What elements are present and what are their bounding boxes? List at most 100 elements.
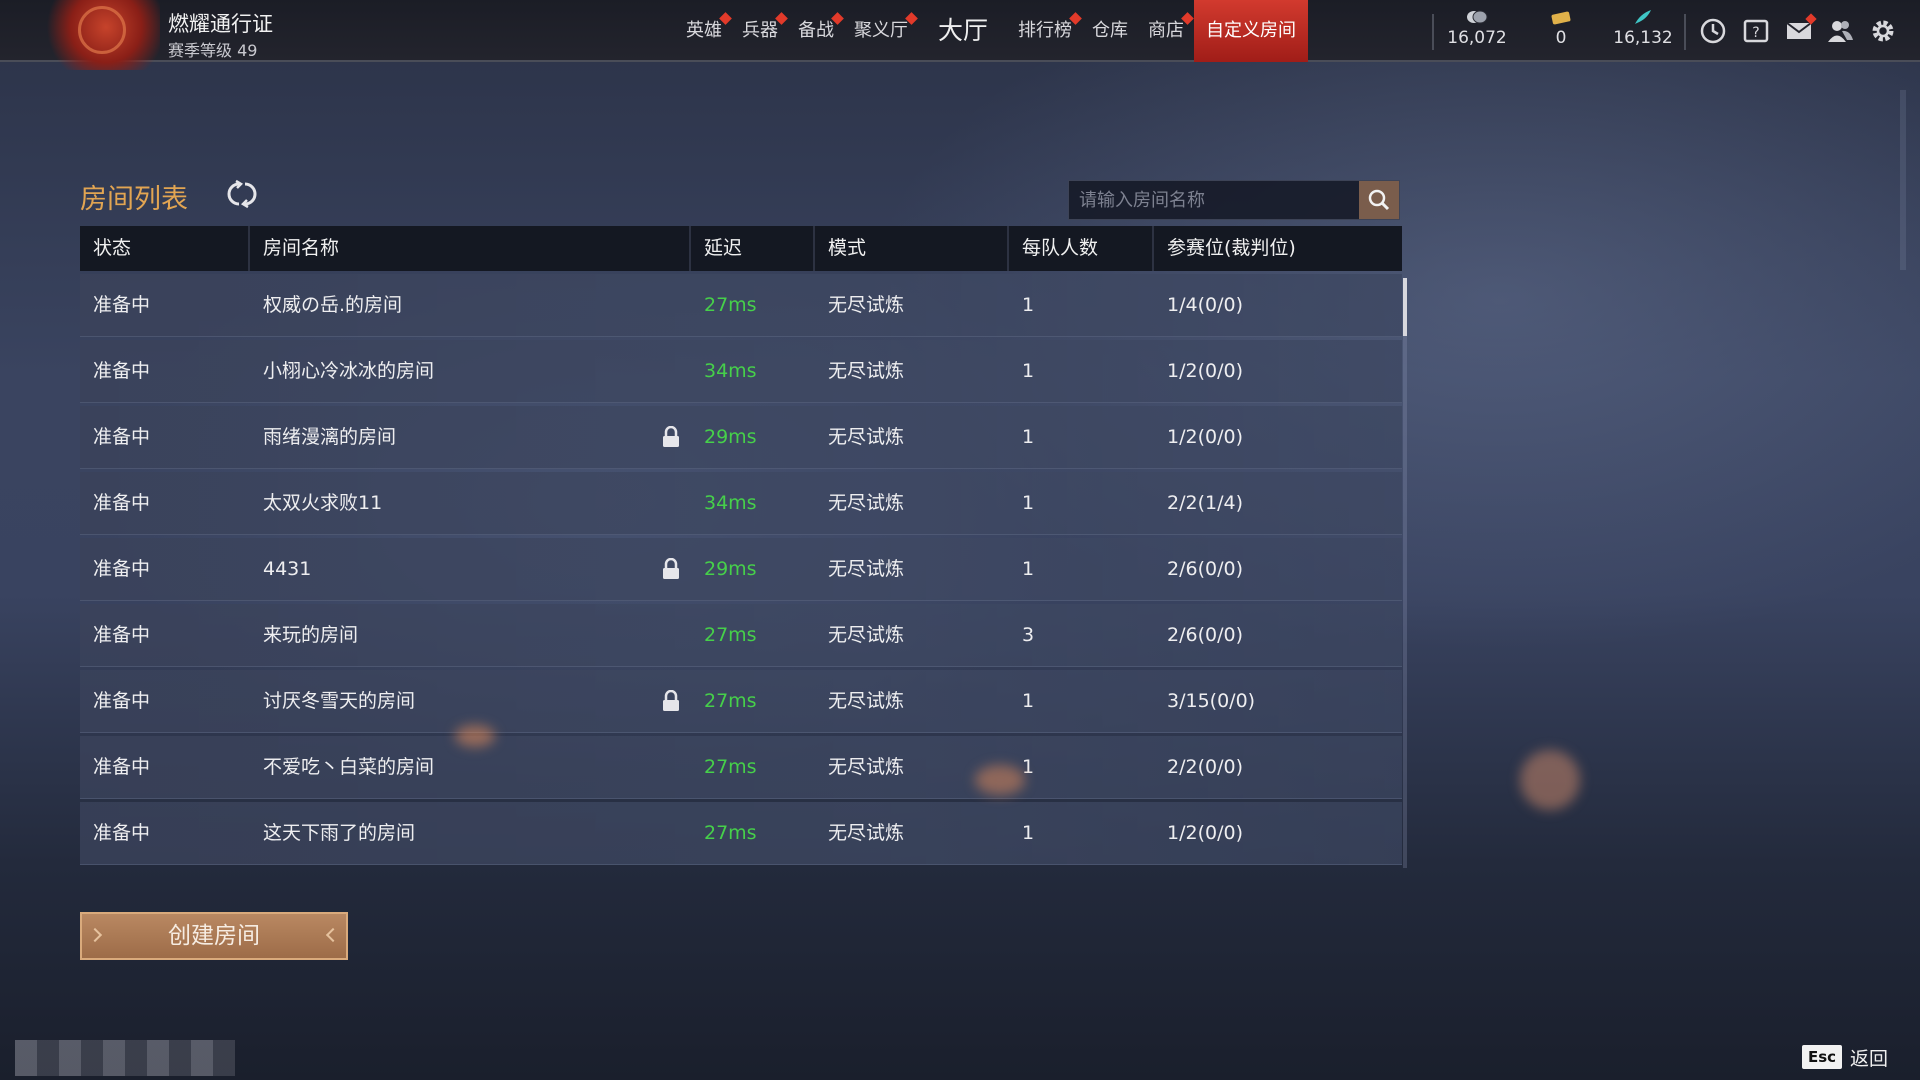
room-status: 准备中	[93, 690, 151, 712]
table-scroll-track[interactable]	[1403, 278, 1407, 868]
table-row[interactable]: 准备中 权威の岳.的房间 27ms 无尽试炼 1 1/4(0/0)	[80, 274, 1402, 337]
currency-tickets[interactable]: 0	[1516, 8, 1606, 48]
ticket-icon	[1551, 11, 1571, 25]
room-status: 准备中	[93, 426, 151, 448]
table-header: 状态 房间名称 延迟 模式 每队人数 参赛位(裁判位)	[80, 226, 1402, 271]
search-icon	[1368, 189, 1390, 211]
table-row[interactable]: 准备中 不爱吃丶白菜的房间 27ms 无尽试炼 1 2/2(0/0)	[80, 736, 1402, 799]
currency-coins[interactable]: 16,072	[1432, 8, 1522, 48]
room-slots: 1/2(0/0)	[1167, 822, 1243, 844]
room-name: 讨厌冬雪天的房间	[263, 690, 416, 712]
table-row[interactable]: 准备中 4431 29ms 无尽试炼 1 2/6(0/0)	[80, 538, 1402, 601]
table-row[interactable]: 准备中 来玩的房间 27ms 无尽试炼 3 2/6(0/0)	[80, 604, 1402, 667]
room-team-size: 1	[1022, 426, 1035, 448]
room-name-cell: 雨绪漫漓的房间	[250, 406, 691, 468]
room-latency: 27ms	[704, 294, 757, 316]
column-slots: 参赛位(裁判位)	[1167, 237, 1296, 259]
column-mode: 模式	[815, 226, 1009, 271]
column-latency: 延迟	[691, 226, 815, 271]
table-row[interactable]: 准备中 这天下雨了的房间 27ms 无尽试炼 1 1/2(0/0)	[80, 802, 1402, 865]
svg-text:?: ?	[1752, 25, 1759, 41]
room-latency: 34ms	[704, 360, 757, 382]
lock-icon	[663, 690, 679, 711]
table-scroll-thumb[interactable]	[1403, 278, 1407, 336]
room-table: 状态 房间名称 延迟 模式 每队人数 参赛位(裁判位) 准备中 权威の岳.的房间 2…	[80, 226, 1402, 865]
battle-pass-emblem-icon[interactable]	[40, 0, 160, 70]
nav-weapons[interactable]: 兵器	[732, 0, 788, 62]
feather-icon	[1635, 10, 1651, 24]
room-team-size: 1	[1022, 492, 1035, 514]
room-team-size: 1	[1022, 360, 1035, 382]
room-mode: 无尽试炼	[828, 558, 905, 580]
clock-icon[interactable]	[1699, 17, 1727, 45]
help-book-icon[interactable]: ?	[1742, 17, 1770, 45]
room-slots: 2/2(1/4)	[1167, 492, 1243, 514]
esc-key-hint[interactable]: Esc	[1802, 1045, 1842, 1069]
main-nav: 英雄 兵器 备战 聚义厅 大厅 排行榜 仓库 商店 自定义房间	[676, 0, 1309, 62]
coin-amount: 16,072	[1447, 28, 1507, 48]
room-name: 太双火求败11	[263, 492, 383, 514]
top-bar: 燃耀通行证 赛季等级 49 英雄 兵器 备战 聚义厅 大厅 排行榜 仓库 商店 …	[0, 0, 1920, 70]
player-id-blurred	[15, 1040, 235, 1076]
room-slots: 3/15(0/0)	[1167, 690, 1256, 712]
lantern-glow	[455, 725, 495, 747]
room-status: 准备中	[93, 624, 151, 646]
room-team-size: 1	[1022, 558, 1035, 580]
room-name-cell: 这天下雨了的房间	[250, 802, 691, 864]
table-row[interactable]: 准备中 小栩心冷冰冰的房间 34ms 无尽试炼 1 1/2(0/0)	[80, 340, 1402, 403]
room-mode: 无尽试炼	[828, 492, 905, 514]
room-name: 4431	[263, 558, 312, 580]
room-status: 准备中	[93, 822, 151, 844]
nav-guild-hall[interactable]: 聚义厅	[844, 0, 918, 62]
ticket-amount: 0	[1555, 28, 1567, 48]
nav-warehouse[interactable]: 仓库	[1082, 0, 1138, 62]
coin-icon	[1467, 10, 1488, 24]
table-body: 准备中 权威の岳.的房间 27ms 无尽试炼 1 1/4(0/0) 准备中 小栩心冷冰冰的房间…	[80, 274, 1402, 865]
nav-prepare[interactable]: 备战	[788, 0, 844, 62]
refresh-icon[interactable]	[226, 178, 258, 210]
room-team-size: 1	[1022, 294, 1035, 316]
room-search-input[interactable]	[1069, 181, 1359, 219]
room-mode: 无尽试炼	[828, 360, 905, 382]
room-name: 雨绪漫漓的房间	[263, 426, 397, 448]
nav-shop[interactable]: 商店	[1138, 0, 1194, 62]
room-name-cell: 权威の岳.的房间	[250, 274, 691, 336]
table-row[interactable]: 准备中 太双火求败11 34ms 无尽试炼 1 2/2(1/4)	[80, 472, 1402, 535]
room-slots: 1/2(0/0)	[1167, 426, 1243, 448]
search-button[interactable]	[1359, 181, 1399, 219]
lock-icon	[663, 426, 679, 447]
room-slots: 2/2(0/0)	[1167, 756, 1243, 778]
room-status: 准备中	[93, 294, 151, 316]
page-scrollbar[interactable]	[1900, 90, 1906, 270]
room-mode: 无尽试炼	[828, 822, 905, 844]
mail-button[interactable]	[1785, 13, 1817, 45]
room-name-cell: 4431	[250, 538, 691, 600]
room-latency: 29ms	[704, 426, 757, 448]
nav-heroes[interactable]: 英雄	[676, 0, 732, 62]
friends-icon[interactable]	[1826, 17, 1854, 45]
table-row[interactable]: 准备中 雨绪漫漓的房间 29ms 无尽试炼 1 1/2(0/0)	[80, 406, 1402, 469]
room-team-size: 1	[1022, 690, 1035, 712]
back-label[interactable]: 返回	[1850, 1044, 1888, 1071]
battle-pass-title[interactable]: 燃耀通行证	[168, 8, 273, 38]
room-name: 权威の岳.的房间	[263, 294, 403, 316]
create-room-button[interactable]: 创建房间	[80, 912, 348, 960]
room-slots: 1/4(0/0)	[1167, 294, 1243, 316]
room-name-cell: 来玩的房间	[250, 604, 691, 666]
divider	[1684, 14, 1686, 50]
lock-icon	[663, 558, 679, 579]
feather-amount: 16,132	[1613, 28, 1673, 48]
nav-lobby[interactable]: 大厅	[918, 0, 1008, 62]
table-row[interactable]: 准备中 讨厌冬雪天的房间 27ms 无尽试炼 1 3/15(0/0)	[80, 670, 1402, 733]
room-latency: 27ms	[704, 624, 757, 646]
nav-leaderboard[interactable]: 排行榜	[1008, 0, 1082, 62]
room-team-size: 1	[1022, 822, 1035, 844]
room-latency: 27ms	[704, 756, 757, 778]
currency-feathers[interactable]: 16,132	[1598, 8, 1688, 48]
room-latency: 34ms	[704, 492, 757, 514]
room-status: 准备中	[93, 756, 151, 778]
settings-icon[interactable]	[1869, 17, 1897, 45]
room-name: 来玩的房间	[263, 624, 359, 646]
room-name: 小栩心冷冰冰的房间	[263, 360, 435, 382]
nav-custom-room[interactable]: 自定义房间	[1194, 0, 1309, 62]
